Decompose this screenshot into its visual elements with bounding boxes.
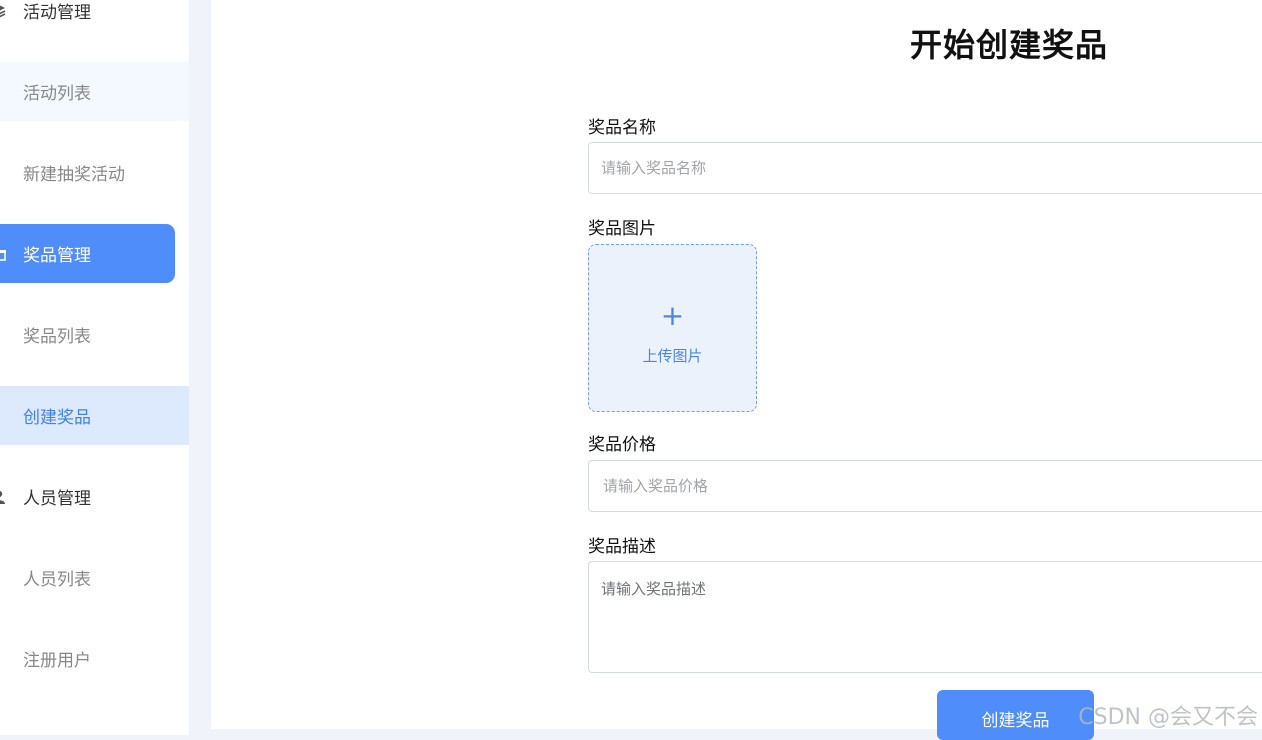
sidebar-item-label: 活动列表 (23, 84, 91, 104)
sidebar-item-activity-list[interactable]: 活动列表 (0, 62, 189, 121)
prize-price-label: 奖品价格 (588, 435, 656, 455)
page-title: 开始创建奖品 (910, 26, 1109, 64)
user-icon (0, 490, 6, 504)
nav-group-prize[interactable]: 奖品管理 (0, 224, 175, 283)
prize-name-label: 奖品名称 (588, 118, 656, 138)
sidebar-item-register-user[interactable]: 注册用户 (0, 629, 189, 688)
sidebar-item-label: 创建奖品 (23, 408, 91, 428)
prize-image-label: 奖品图片 (588, 219, 656, 239)
sidebar-item-label: 人员列表 (23, 570, 91, 590)
prize-price-input[interactable] (588, 460, 1262, 512)
nav-group-label: 人员管理 (23, 489, 91, 509)
prize-desc-label: 奖品描述 (588, 537, 656, 557)
sidebar-item-label: 注册用户 (23, 651, 91, 671)
sidebar-item-label: 奖品列表 (23, 327, 91, 347)
nav-group-label: 活动管理 (23, 3, 91, 23)
sidebar: 活动管理 活动列表 新建抽奖活动 奖品管理 奖品列表 创建奖品 人员管理 人员列… (0, 0, 189, 735)
main-panel: 开始创建奖品 奖品名称 奖品图片 + 上传图片 奖品价格 奖品描述 创建奖品 (211, 0, 1262, 740)
sidebar-item-create-prize[interactable]: 创建奖品 (0, 386, 189, 445)
sidebar-item-new-lottery[interactable]: 新建抽奖活动 (0, 143, 189, 202)
nav-group-people[interactable]: 人员管理 (0, 467, 175, 526)
create-prize-button-label: 创建奖品 (981, 711, 1050, 731)
nav-group-label: 奖品管理 (23, 246, 91, 266)
prize-name-input[interactable] (588, 142, 1262, 194)
prize-desc-textarea[interactable] (588, 561, 1262, 673)
sidebar-item-label: 新建抽奖活动 (23, 165, 125, 185)
sidebar-item-people-list[interactable]: 人员列表 (0, 548, 189, 607)
gift-icon (0, 247, 6, 261)
plus-icon: + (660, 299, 685, 332)
nav-group-activity[interactable]: 活动管理 (0, 0, 175, 40)
upload-label: 上传图片 (642, 347, 703, 365)
image-upload-box[interactable]: + 上传图片 (588, 244, 757, 412)
layers-icon (0, 4, 6, 18)
watermark: CSDN @会又不会 (1078, 705, 1258, 730)
create-prize-button[interactable]: 创建奖品 (937, 690, 1094, 740)
sidebar-item-prize-list[interactable]: 奖品列表 (0, 305, 189, 364)
